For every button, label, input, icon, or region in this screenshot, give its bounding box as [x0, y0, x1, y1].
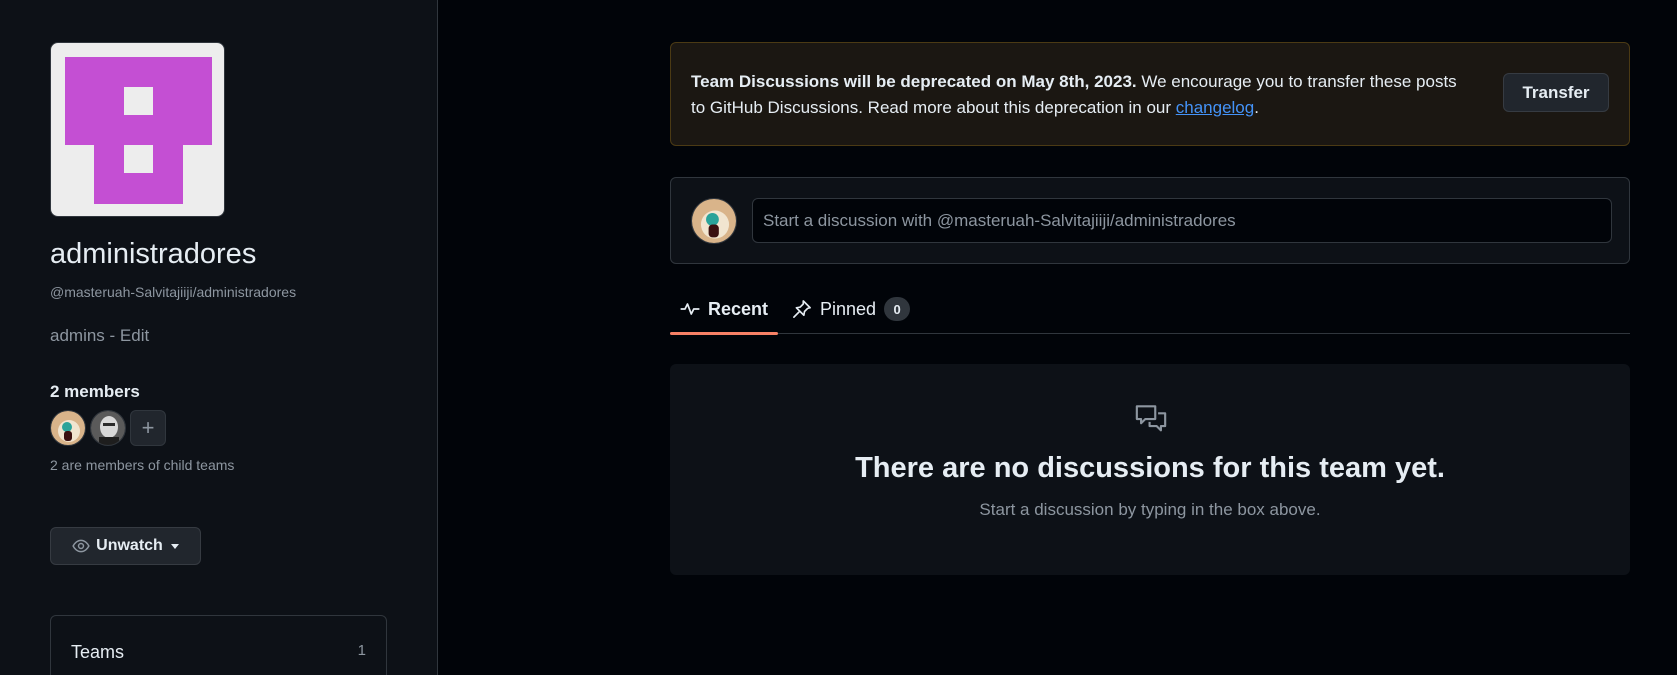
comment-discussion-icon: [1135, 405, 1167, 432]
chevron-down-icon: [170, 543, 179, 549]
teams-count: 1: [357, 642, 366, 659]
empty-state-title: There are no discussions for this team y…: [855, 452, 1445, 484]
child-teams-note: 2 are members of child teams: [50, 457, 235, 473]
empty-state-subtitle: Start a discussion by typing in the box …: [979, 500, 1321, 519]
team-description: admins - Edit: [50, 326, 149, 346]
team-identicon: [65, 57, 212, 204]
description-separator: -: [104, 326, 120, 345]
discussion-tabs: Recent Pinned 0: [670, 284, 1630, 335]
member-avatar[interactable]: [50, 410, 86, 446]
banner-bold-text: Team Discussions will be deprecated on M…: [691, 72, 1137, 91]
discussion-input[interactable]: [752, 198, 1612, 243]
team-avatar: [50, 42, 225, 217]
banner-text: Team Discussions will be deprecated on M…: [691, 69, 1461, 121]
transfer-button[interactable]: Transfer: [1503, 73, 1609, 112]
current-user-avatar: [691, 198, 737, 244]
new-discussion-composer: [670, 177, 1630, 264]
teams-label: Teams: [71, 642, 125, 662]
team-slug: @masteruah-Salvitajiiji/administradores: [50, 284, 297, 300]
pin-icon: [793, 300, 811, 318]
team-name: administradores: [50, 238, 257, 270]
unwatch-label: Unwatch: [96, 537, 163, 554]
changelog-link[interactable]: changelog: [1176, 98, 1254, 117]
tab-pinned[interactable]: Pinned 0: [792, 284, 911, 334]
pulse-icon: [680, 303, 700, 315]
deprecation-banner: Team Discussions will be deprecated on M…: [670, 42, 1630, 146]
teams-box[interactable]: Teams 1: [50, 615, 387, 675]
banner-end-text: .: [1254, 98, 1259, 117]
members-count[interactable]: 2 members: [50, 382, 140, 402]
team-sidebar: administradores @masteruah-Salvitajiiji/…: [0, 0, 438, 675]
edit-description-link[interactable]: Edit: [120, 326, 149, 345]
team-description-text: admins: [50, 326, 105, 345]
member-avatar[interactable]: [90, 410, 126, 446]
unwatch-button[interactable]: Unwatch: [50, 527, 201, 565]
add-member-button[interactable]: +: [130, 410, 166, 446]
eye-icon: [72, 539, 90, 553]
tab-pinned-label: Pinned: [820, 298, 877, 319]
plus-icon: +: [141, 415, 155, 440]
pinned-count-badge: 0: [884, 297, 911, 321]
tab-recent-label: Recent: [708, 298, 769, 319]
empty-state: There are no discussions for this team y…: [670, 364, 1630, 575]
tab-recent[interactable]: Recent: [670, 284, 779, 335]
member-avatars: +: [50, 410, 166, 446]
